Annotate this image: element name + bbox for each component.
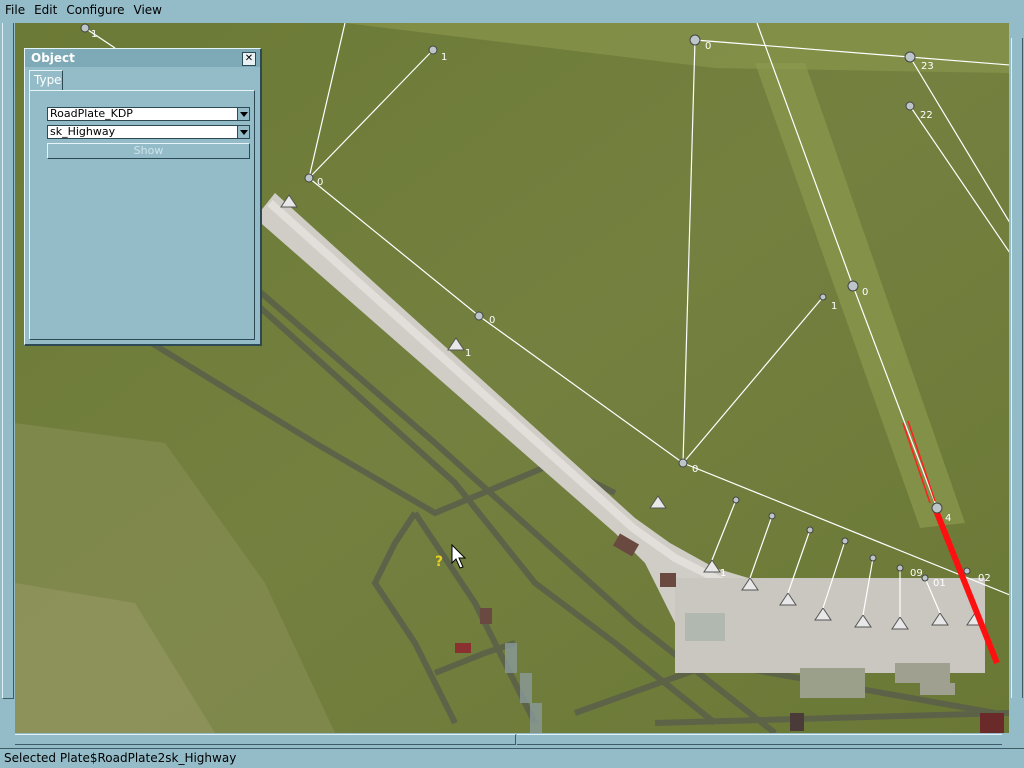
label-0c: 0 <box>705 41 711 52</box>
label-02: 02 <box>978 573 991 584</box>
label-1a: 1 <box>91 29 97 40</box>
object-panel-titlebar[interactable]: Object ✕ <box>25 49 260 67</box>
label-0a: 0 <box>317 177 323 188</box>
label-4: 4 <box>945 513 951 524</box>
label-1b: 1 <box>441 52 447 63</box>
right-scroll-thumb[interactable] <box>1011 38 1023 698</box>
label-0e: 0 <box>692 464 698 475</box>
show-button[interactable]: Show <box>47 143 250 159</box>
left-scrollbar[interactable] <box>0 23 15 733</box>
plate-select[interactable]: RoadPlate_KDP <box>47 107 250 121</box>
label-1c: 1 <box>465 348 471 359</box>
label-0b: 0 <box>489 315 495 326</box>
chevron-down-icon[interactable] <box>237 108 249 120</box>
label-23: 23 <box>921 61 934 72</box>
chevron-down-icon[interactable] <box>237 126 249 138</box>
right-scrollbar[interactable] <box>1009 23 1024 733</box>
type-select-value: sk_Highway <box>50 125 116 138</box>
tab-type[interactable]: Type <box>29 70 63 90</box>
type-select[interactable]: sk_Highway <box>47 125 250 139</box>
label-1e: 1 <box>720 568 726 579</box>
label-01: 01 <box>933 578 946 589</box>
horizontal-scroll-track[interactable] <box>517 734 1002 745</box>
object-panel: Object ✕ Type RoadPlate_KDP sk_Highway S… <box>24 48 262 346</box>
horizontal-scroll-thumb[interactable] <box>15 734 516 745</box>
label-09: 09 <box>910 568 923 579</box>
question-marker[interactable]: ? <box>435 554 443 570</box>
label-22: 22 <box>920 110 933 121</box>
label-1d: 1 <box>831 301 837 312</box>
object-panel-title: Object <box>31 51 75 65</box>
status-bar: Selected Plate$RoadPlate2sk_Highway <box>0 748 1024 768</box>
left-scroll-thumb[interactable] <box>2 23 14 699</box>
status-text: Selected Plate$RoadPlate2sk_Highway <box>4 751 237 765</box>
close-icon[interactable]: ✕ <box>242 52 256 66</box>
menu-file[interactable]: File <box>0 3 29 17</box>
label-0d: 0 <box>862 287 868 298</box>
horizontal-scrollbar[interactable] <box>15 733 1009 745</box>
menu-bar: File Edit Configure View <box>0 0 1024 20</box>
plate-select-value: RoadPlate_KDP <box>50 107 133 120</box>
object-tab-body: RoadPlate_KDP sk_Highway Show <box>29 90 255 340</box>
menu-view[interactable]: View <box>129 3 166 17</box>
menu-edit[interactable]: Edit <box>29 3 61 17</box>
menu-configure[interactable]: Configure <box>61 3 128 17</box>
